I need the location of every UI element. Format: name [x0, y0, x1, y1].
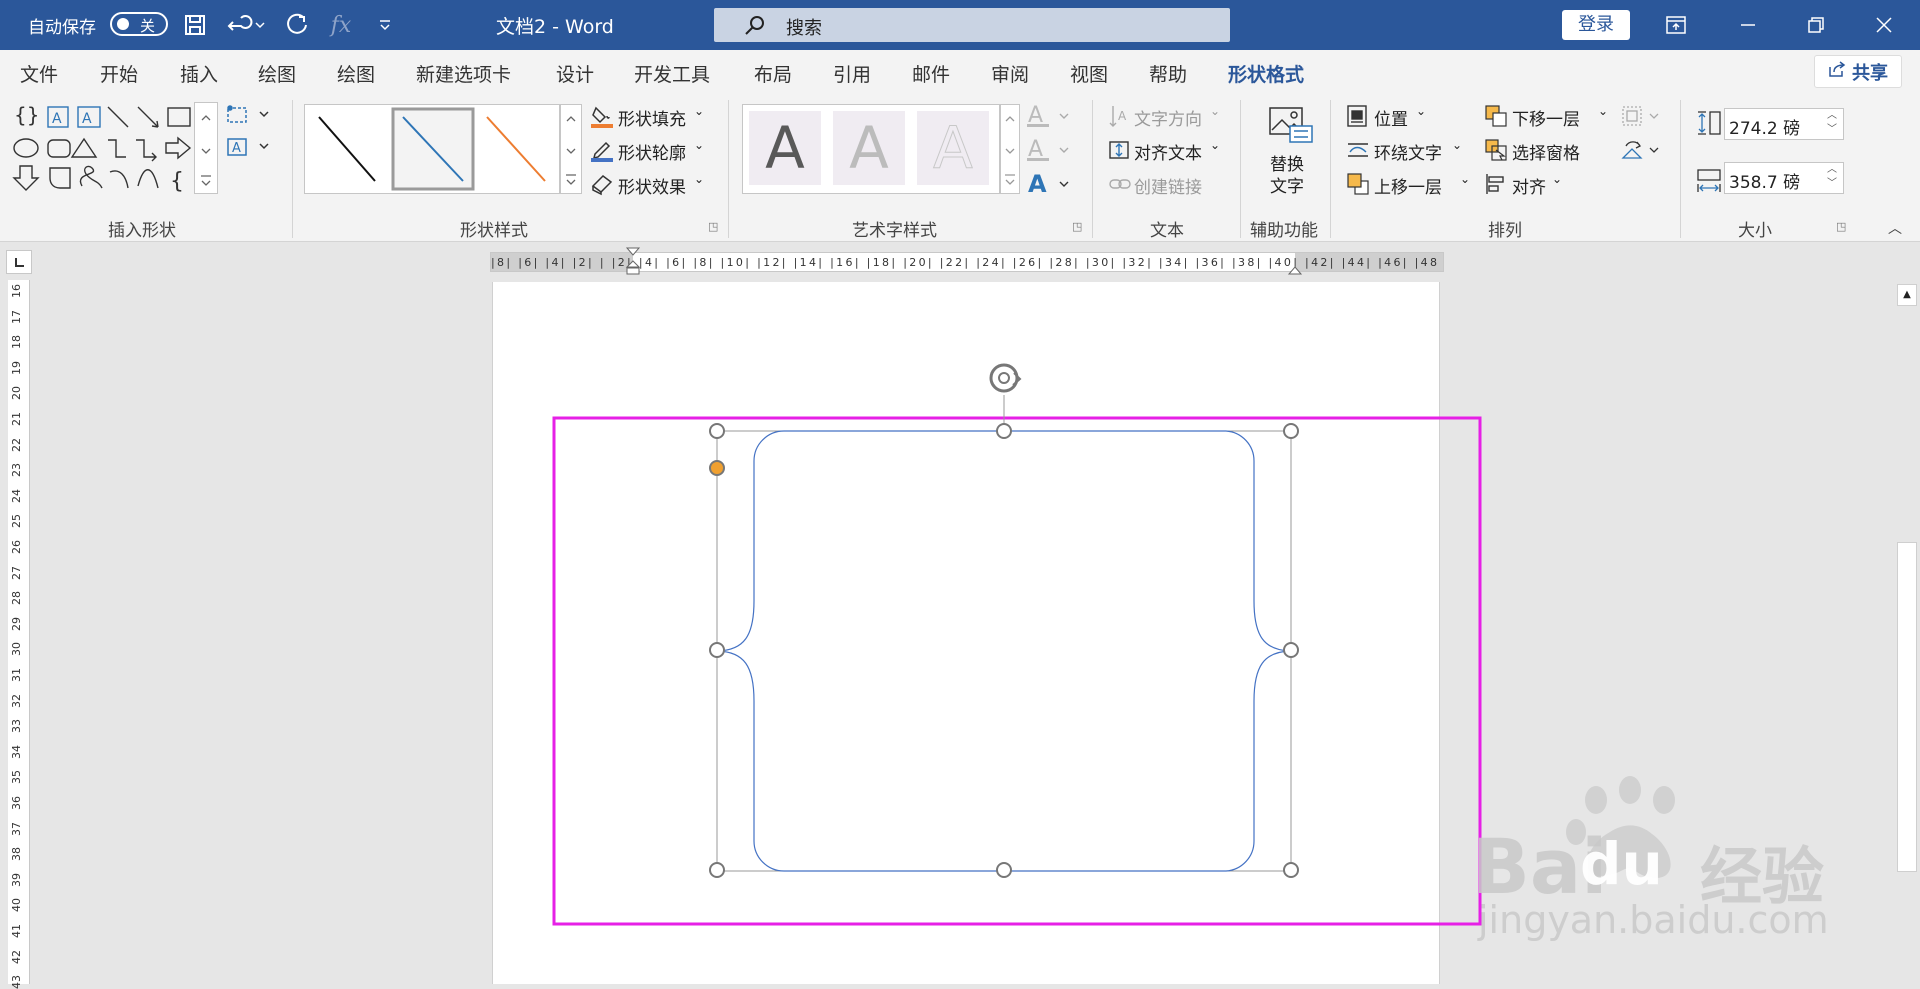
- double-brace-shape[interactable]: [717, 430, 1291, 872]
- highlight-rectangle: [552, 416, 1482, 926]
- resize-handle[interactable]: [709, 642, 725, 658]
- scroll-up-icon[interactable]: ▲: [1897, 284, 1917, 306]
- watermark-brand-du: du: [1580, 830, 1663, 898]
- adjust-handle[interactable]: [709, 460, 725, 476]
- resize-handle[interactable]: [1283, 862, 1299, 878]
- resize-handle[interactable]: [709, 862, 725, 878]
- scrollbar-thumb[interactable]: [1897, 542, 1917, 872]
- resize-handle[interactable]: [996, 862, 1012, 878]
- selection-box: [716, 430, 1292, 872]
- rotate-handle-icon[interactable]: [989, 363, 1022, 393]
- resize-handle[interactable]: [709, 423, 725, 439]
- resize-handle[interactable]: [1283, 423, 1299, 439]
- resize-handle[interactable]: [996, 423, 1012, 439]
- vertical-scrollbar[interactable]: ▲: [1894, 282, 1920, 984]
- resize-handle[interactable]: [1283, 642, 1299, 658]
- watermark-url: jingyan.baidu.com: [1478, 898, 1829, 942]
